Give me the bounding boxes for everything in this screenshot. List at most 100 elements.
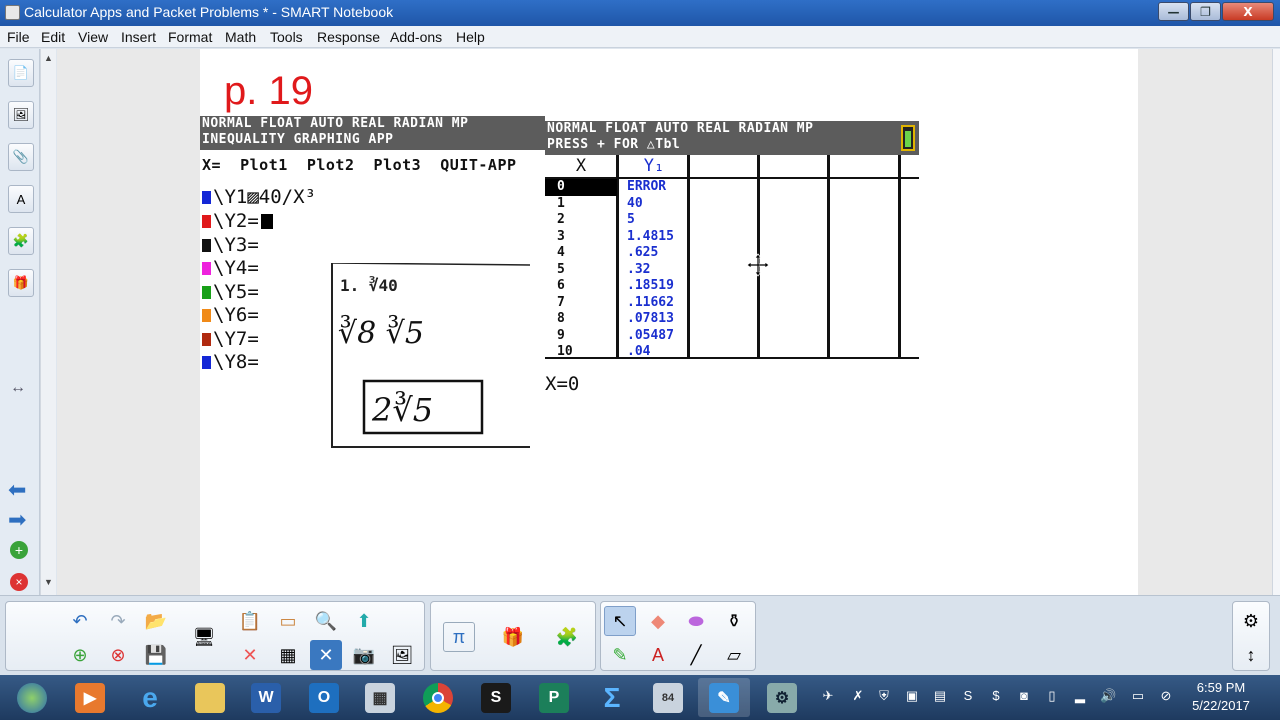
text-icon[interactable]: A	[642, 640, 674, 670]
previous-page-icon[interactable]: ⬅	[8, 477, 26, 503]
tray-gift-icon[interactable]: ▤	[932, 688, 948, 704]
taskbar-outlook[interactable]: O	[298, 678, 350, 717]
taskbar-smart-tools[interactable]: ⚙	[756, 678, 808, 717]
canvas-margin-right	[1138, 49, 1280, 595]
tray-shield-icon[interactable]: ⛨	[876, 688, 892, 704]
activity-builder-icon[interactable]: 🎁	[497, 622, 529, 652]
table-icon[interactable]: ▦	[272, 640, 304, 670]
taskbar-media-player[interactable]: ▶	[64, 678, 116, 717]
delete-icon[interactable]: ✕	[234, 640, 266, 670]
notebook-page[interactable]: p. 19 NORMAL FLOAT AUTO REAL RADIAN MP IN…	[200, 49, 1138, 595]
capture-icon[interactable]: 🖼	[386, 640, 418, 670]
fill-icon[interactable]: ⬆	[348, 606, 380, 636]
handwritten-work[interactable]: 1. ∛40 ∛8 ∛5 2∛5	[330, 263, 530, 449]
taskbar-smart-notebook[interactable]: S	[470, 678, 522, 717]
paste-icon[interactable]: 📋	[234, 606, 266, 636]
redo-icon[interactable]: ↷	[102, 606, 134, 636]
right-scroll-edge[interactable]	[1272, 49, 1280, 595]
y5-color-swatch	[202, 285, 211, 299]
menu-addons[interactable]: Add-ons	[390, 29, 442, 45]
addons-icon[interactable]: 🧩	[8, 227, 34, 255]
table-row-y-0: ERROR	[627, 179, 667, 194]
screen-shade-icon[interactable]: ▭	[272, 606, 304, 636]
tray-mute-icon[interactable]: ⊘	[1158, 688, 1174, 704]
column-divider-2	[687, 155, 690, 359]
calculator-table-screenshot[interactable]: NORMAL FLOAT AUTO REAL RADIAN MP PRESS + …	[545, 121, 919, 395]
display-screen-icon[interactable]: 🖥	[188, 622, 220, 652]
taskbar-file-explorer[interactable]	[184, 678, 236, 717]
shapes-icon[interactable]: ◆	[642, 606, 674, 636]
menu-tools[interactable]: Tools	[270, 29, 303, 45]
taskbar-ti-smartview[interactable]: 84	[642, 678, 694, 717]
resize-arrows-icon[interactable]: ↔	[10, 379, 26, 397]
eraser-icon[interactable]: ▱	[718, 640, 750, 670]
taskbar-chrome[interactable]	[412, 678, 464, 717]
tray-board-icon[interactable]: $	[988, 688, 1004, 704]
menu-insert[interactable]: Insert	[121, 29, 156, 45]
tray-bluetooth-icon[interactable]: ✈	[820, 688, 836, 704]
lesson-activity-icon[interactable]: 🎁	[8, 269, 34, 297]
taskbar-smart-notebook-active[interactable]: ✎	[698, 678, 750, 717]
select-arrow-icon[interactable]: ↖	[604, 606, 636, 636]
save-icon[interactable]: 💾	[140, 640, 172, 670]
attachments-icon[interactable]: 📎	[8, 143, 34, 171]
pens-icon[interactable]: ✎	[604, 640, 636, 670]
addons-toolbar-icon[interactable]: 🧩	[551, 622, 583, 652]
page-sorter-icon[interactable]: 📄	[8, 59, 34, 87]
tray-display-icon[interactable]: ▣	[904, 688, 920, 704]
menu-view[interactable]: View	[78, 29, 108, 45]
eraser-shape-icon[interactable]: ⬬	[680, 606, 712, 636]
tray-battery-icon[interactable]: ▯	[1044, 688, 1060, 704]
taskbar-math-sigma[interactable]: Σ	[586, 678, 638, 717]
y1-text: \Y1▨40/X³	[213, 186, 316, 208]
taskbar-publisher[interactable]: P	[528, 678, 580, 717]
scroll-up-icon[interactable]: ▲	[44, 53, 53, 63]
menu-edit[interactable]: Edit	[41, 29, 65, 45]
tray-monitor-icon[interactable]: ▭	[1130, 688, 1146, 704]
fill-bucket-icon[interactable]: ⚱	[718, 606, 750, 636]
scroll-down-icon[interactable]: ▼	[44, 577, 53, 587]
gallery-icon[interactable]: 🖼	[8, 101, 34, 129]
open-folder-icon[interactable]: 📂	[140, 606, 172, 636]
clock-time: 6:59 PM	[1196, 680, 1246, 695]
tray-smart-icon[interactable]: S	[960, 688, 976, 704]
properties-icon[interactable]: A	[8, 185, 34, 213]
math-pi-icon[interactable]: π	[443, 622, 475, 652]
close-button[interactable]: X	[1222, 2, 1274, 21]
menu-file[interactable]: File	[7, 29, 30, 45]
menu-response[interactable]: Response	[317, 29, 380, 45]
tray-sync-icon[interactable]: ◙	[1016, 688, 1032, 704]
app-icon[interactable]	[5, 5, 20, 20]
tray-signal-icon[interactable]: ▂	[1072, 688, 1088, 704]
zoom-icon[interactable]: 🔍	[310, 606, 342, 636]
settings-gear-icon[interactable]: ⚙	[1235, 606, 1267, 636]
menu-format[interactable]: Format	[168, 29, 212, 45]
page-label[interactable]: p. 19	[224, 69, 313, 114]
folder-icon	[195, 682, 225, 713]
window-title: Calculator Apps and Packet Problems * - …	[24, 4, 394, 20]
line-icon[interactable]: ╱	[680, 640, 712, 670]
delete-page-icon[interactable]: ×	[10, 573, 28, 591]
taskbar-word[interactable]: W	[240, 678, 292, 717]
taskbar-clock[interactable]: 6:59 PM 5/22/2017	[1186, 679, 1256, 715]
maximize-button[interactable]: ❐	[1190, 2, 1221, 21]
menu-help[interactable]: Help	[456, 29, 485, 45]
menu-math[interactable]: Math	[225, 29, 256, 45]
undo-icon[interactable]: ↶	[64, 606, 96, 636]
close-x-icon[interactable]: ✕	[310, 640, 342, 670]
move-toolbar-icon[interactable]: ↕	[1235, 640, 1267, 670]
delete-page-toolbar-icon[interactable]: ⊗	[102, 640, 134, 670]
next-page-icon[interactable]: ➡	[8, 507, 26, 533]
table-row-x-10: 10	[557, 344, 573, 359]
add-page-toolbar-icon[interactable]: ⊕	[64, 640, 96, 670]
tray-network-icon[interactable]: ✗	[850, 688, 866, 704]
add-page-icon[interactable]: +	[10, 541, 28, 559]
tray-volume-icon[interactable]: 🔊	[1100, 688, 1116, 704]
vertical-scrollbar[interactable]: ▲ ▼	[40, 49, 56, 595]
minimize-button[interactable]: —	[1158, 2, 1189, 21]
y6-row: \Y6=	[202, 304, 259, 326]
doc-camera-icon[interactable]: 📷	[348, 640, 380, 670]
taskbar-calculator[interactable]: ▦	[354, 678, 406, 717]
taskbar-internet-explorer[interactable]: e	[124, 678, 176, 717]
start-button[interactable]	[6, 678, 58, 717]
